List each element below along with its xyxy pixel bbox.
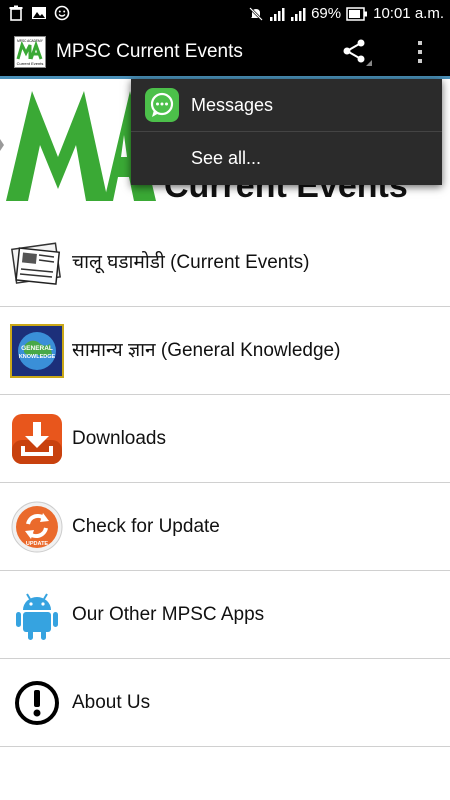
menu-item-label: Our Other MPSC Apps <box>72 604 265 625</box>
more-vertical-icon <box>418 41 422 63</box>
menu-item-label: चालू घडामोडी (Current Events) <box>72 252 310 273</box>
menu-item-label: Check for Update <box>72 516 220 537</box>
share-option-label: See all... <box>191 148 262 168</box>
svg-text:GENERAL: GENERAL <box>21 345 53 352</box>
status-bar: 69% 10:01 a.m. <box>0 0 450 28</box>
share-popup-menu: Messages See all... <box>131 79 442 185</box>
menu-item-current-events[interactable]: चालू घडामोडी (Current Events) <box>0 219 450 307</box>
svg-text:UPDATE: UPDATE <box>26 541 49 547</box>
mute-icon <box>249 6 263 21</box>
menu-item-general-knowledge[interactable]: GENERAL KNOWLEDGE सामान्य ज्ञान (General… <box>0 307 450 395</box>
svg-text:Current Events: Current Events <box>17 61 44 66</box>
info-icon <box>15 681 59 725</box>
app-logo: MPSC ACADEMY Current Events <box>14 36 46 68</box>
menu-item-other-apps[interactable]: Our Other MPSC Apps <box>0 571 450 659</box>
app-title: MPSC Current Events <box>56 41 243 62</box>
action-bar: MPSC ACADEMY Current Events MPSC Current… <box>0 28 450 76</box>
image-icon <box>32 7 46 19</box>
overflow-menu-button[interactable] <box>408 38 432 68</box>
update-icon: UPDATE <box>11 501 63 553</box>
signal-icon-2 <box>291 7 306 21</box>
messages-icon <box>145 88 179 122</box>
menu-item-label: सामान्य ज्ञान (General Knowledge) <box>72 340 341 361</box>
download-icon <box>12 414 62 464</box>
battery-icon <box>346 6 368 21</box>
menu-item-label: About Us <box>72 692 151 713</box>
trash-icon <box>9 5 23 21</box>
svg-text:MPSC ACADEMY: MPSC ACADEMY <box>17 39 44 43</box>
menu-item-about-us[interactable]: About Us <box>0 659 450 747</box>
share-icon <box>343 39 372 66</box>
menu-item-downloads[interactable]: Downloads <box>0 395 450 483</box>
general-knowledge-icon: GENERAL KNOWLEDGE <box>10 324 64 378</box>
clock: 10:01 a.m. <box>373 5 444 22</box>
android-icon <box>16 593 58 640</box>
battery-percent: 69% <box>311 5 342 22</box>
main-menu-list: चालू घडामोडी (Current Events) GENERAL KN… <box>0 219 450 747</box>
smiley-icon <box>54 5 70 21</box>
share-option-messages[interactable]: Messages <box>131 79 442 131</box>
share-button[interactable] <box>338 38 374 68</box>
svg-text:KNOWLEDGE: KNOWLEDGE <box>19 354 56 360</box>
menu-item-label: Downloads <box>72 428 166 449</box>
share-option-see-all[interactable]: See all... <box>131 132 442 184</box>
newspaper-icon <box>11 242 62 285</box>
share-option-label: Messages <box>191 95 274 115</box>
menu-item-check-for-update[interactable]: UPDATE Check for Update <box>0 483 450 571</box>
signal-icon <box>270 7 285 21</box>
